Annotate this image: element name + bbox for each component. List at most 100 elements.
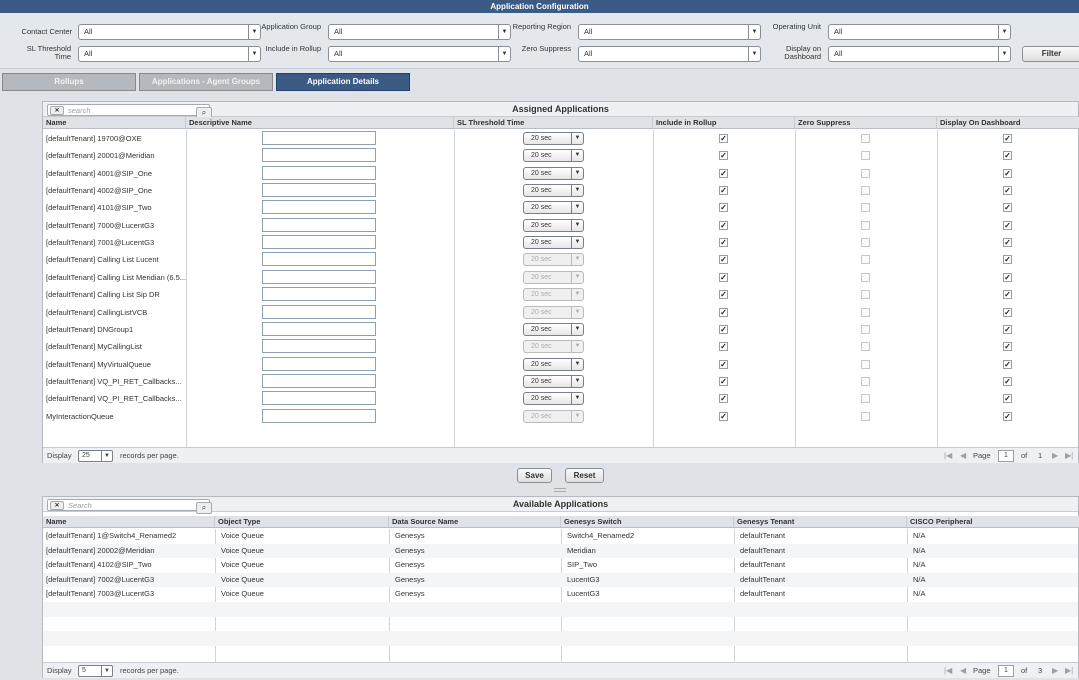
column-header[interactable]: CISCO Peripheral	[907, 516, 1079, 528]
table-row[interactable]: [defaultTenant] 4001@SIP_One 20 sec ▼ ✓ ✓	[43, 165, 1078, 182]
include-in-rollup-checkbox[interactable]: ✓	[719, 394, 728, 404]
page-number-input[interactable]: 1	[998, 665, 1014, 677]
display-on-dashboard-checkbox[interactable]: ✓	[1003, 238, 1012, 248]
zero-suppress-checkbox[interactable]	[861, 272, 870, 282]
descriptive-name-input[interactable]	[262, 148, 376, 163]
tab-applications-agent-groups[interactable]: Applications - Agent Groups	[139, 73, 273, 91]
page-size-select[interactable]: 25 ▼	[78, 450, 113, 462]
zero-suppress-checkbox[interactable]	[861, 307, 870, 317]
table-row[interactable]: [defaultTenant] 7001@LucentG3 20 sec ▼ ✓ ✓	[43, 234, 1078, 251]
descriptive-name-input[interactable]	[262, 165, 376, 180]
sl-threshold-select[interactable]: 20 sec ▼	[523, 236, 584, 250]
zero-suppress-checkbox[interactable]	[861, 394, 870, 404]
zero-suppress-checkbox[interactable]	[861, 151, 870, 161]
zero-suppress-checkbox[interactable]	[861, 290, 870, 300]
descriptive-name-input[interactable]	[262, 373, 376, 388]
zero-suppress-checkbox[interactable]	[861, 134, 870, 143]
zero-suppress-checkbox[interactable]	[861, 203, 870, 213]
descriptive-name-input[interactable]	[262, 356, 376, 371]
sl-threshold-select[interactable]: 20 sec ▼	[523, 218, 584, 232]
clear-x-icon[interactable]: ✕	[50, 106, 64, 115]
last-page-icon[interactable]: ▶|	[1065, 448, 1073, 463]
filter-button[interactable]: Filter	[1022, 46, 1079, 62]
sl-threshold-select[interactable]: 20 sec ▼	[523, 149, 584, 163]
zero-suppress-checkbox[interactable]	[861, 186, 870, 196]
tab-rollups[interactable]: Rollups	[2, 73, 136, 91]
display-on-dashboard-checkbox[interactable]: ✓	[1003, 203, 1012, 213]
save-button[interactable]: Save	[517, 468, 552, 483]
display-on-dashboard-checkbox[interactable]: ✓	[1003, 324, 1012, 334]
panel-splitter-handle[interactable]	[554, 488, 566, 492]
include-in-rollup-checkbox[interactable]: ✓	[719, 151, 728, 161]
table-row[interactable]: [defaultTenant] MyCallingList 20 sec ▼ ✓ ✓	[43, 338, 1078, 355]
zero-suppress-select[interactable]: All ▼	[578, 46, 761, 62]
table-row[interactable]: [defaultTenant] CallingListVCB 20 sec ▼ ✓ ✓	[43, 304, 1078, 321]
table-row[interactable]: [defaultTenant] 7003@LucentG3 Voice Queue…	[43, 587, 1078, 602]
column-header[interactable]: Name	[43, 516, 215, 528]
table-row[interactable]: [defaultTenant] 19700@OXE 20 sec ▼ ✓ ✓	[43, 130, 1078, 147]
table-row[interactable]: [defaultTenant] 1@Switch4_Renamed2 Voice …	[43, 529, 1078, 544]
display-on-dashboard-checkbox[interactable]: ✓	[1003, 290, 1012, 300]
column-header[interactable]: SL Threshold Time	[454, 117, 653, 129]
zero-suppress-checkbox[interactable]	[861, 376, 870, 386]
column-header[interactable]: Zero Suppress	[795, 117, 937, 129]
tab-application-details[interactable]: Application Details	[276, 73, 410, 91]
column-header[interactable]: Genesys Tenant	[734, 516, 907, 528]
magnifier-icon[interactable]: ⌕	[196, 502, 212, 514]
zero-suppress-checkbox[interactable]	[861, 411, 870, 421]
prev-page-icon[interactable]: ◀	[960, 663, 966, 678]
display-on-dashboard-checkbox[interactable]: ✓	[1003, 376, 1012, 386]
descriptive-name-input[interactable]	[262, 131, 376, 145]
table-row[interactable]: [defaultTenant] VQ_PI_RET_Callbacks... 20…	[43, 373, 1078, 390]
descriptive-name-input[interactable]	[262, 408, 376, 423]
include-in-rollup-checkbox[interactable]: ✓	[719, 238, 728, 248]
sl-threshold-time-select[interactable]: All ▼	[78, 46, 261, 62]
display-on-dashboard-checkbox[interactable]: ✓	[1003, 272, 1012, 282]
display-on-dashboard-checkbox[interactable]: ✓	[1003, 411, 1012, 421]
column-header[interactable]: Name	[43, 117, 186, 129]
include-in-rollup-checkbox[interactable]: ✓	[719, 290, 728, 300]
display-on-dashboard-checkbox[interactable]: ✓	[1003, 359, 1012, 369]
first-page-icon[interactable]: |◀	[944, 448, 952, 463]
descriptive-name-input[interactable]	[262, 200, 376, 215]
table-row[interactable]: [defaultTenant] Calling List Meridian (6…	[43, 269, 1078, 286]
column-header[interactable]: Display On Dashboard	[937, 117, 1079, 129]
table-row[interactable]: [defaultTenant] MyVirtualQueue 20 sec ▼ ✓ ✓	[43, 356, 1078, 373]
descriptive-name-input[interactable]	[262, 235, 376, 250]
sl-threshold-select[interactable]: 20 sec ▼	[523, 374, 584, 388]
include-in-rollup-checkbox[interactable]: ✓	[719, 411, 728, 421]
include-in-rollup-checkbox[interactable]: ✓	[719, 220, 728, 230]
display-on-dashboard-select[interactable]: All ▼	[828, 46, 1011, 62]
last-page-icon[interactable]: ▶|	[1065, 663, 1073, 678]
include-in-rollup-checkbox[interactable]: ✓	[719, 255, 728, 265]
first-page-icon[interactable]: |◀	[944, 663, 952, 678]
column-header[interactable]: Object Type	[215, 516, 389, 528]
display-on-dashboard-checkbox[interactable]: ✓	[1003, 394, 1012, 404]
reset-button[interactable]: Reset	[565, 468, 604, 483]
clear-x-icon[interactable]: ✕	[50, 501, 64, 510]
descriptive-name-input[interactable]	[262, 304, 376, 319]
descriptive-name-input[interactable]	[262, 217, 376, 232]
zero-suppress-checkbox[interactable]	[861, 359, 870, 369]
display-on-dashboard-checkbox[interactable]: ✓	[1003, 255, 1012, 265]
descriptive-name-input[interactable]	[262, 183, 376, 198]
zero-suppress-checkbox[interactable]	[861, 255, 870, 265]
table-row[interactable]: [defaultTenant] 4102@SIP_Two Voice Queue G…	[43, 558, 1078, 573]
page-size-select[interactable]: 5 ▼	[78, 665, 113, 677]
display-on-dashboard-checkbox[interactable]: ✓	[1003, 342, 1012, 352]
table-row[interactable]: [defaultTenant] Calling List Lucent 20 se…	[43, 251, 1078, 268]
display-on-dashboard-checkbox[interactable]: ✓	[1003, 307, 1012, 317]
display-on-dashboard-checkbox[interactable]: ✓	[1003, 151, 1012, 161]
column-header[interactable]: Include in Rollup	[653, 117, 795, 129]
sl-threshold-select[interactable]: 20 sec ▼	[523, 184, 584, 198]
include-in-rollup-checkbox[interactable]: ✓	[719, 307, 728, 317]
operating-unit-select[interactable]: All ▼	[828, 24, 1011, 40]
assigned-search-input[interactable]: ✕ search ⌕	[47, 104, 212, 119]
zero-suppress-checkbox[interactable]	[861, 324, 870, 334]
column-header[interactable]: Descriptive Name	[186, 117, 454, 129]
descriptive-name-input[interactable]	[262, 269, 376, 284]
display-on-dashboard-checkbox[interactable]: ✓	[1003, 220, 1012, 230]
zero-suppress-checkbox[interactable]	[861, 220, 870, 230]
zero-suppress-checkbox[interactable]	[861, 238, 870, 248]
table-row[interactable]: [defaultTenant] 20001@Meridian 20 sec ▼ ✓ ✓	[43, 147, 1078, 164]
